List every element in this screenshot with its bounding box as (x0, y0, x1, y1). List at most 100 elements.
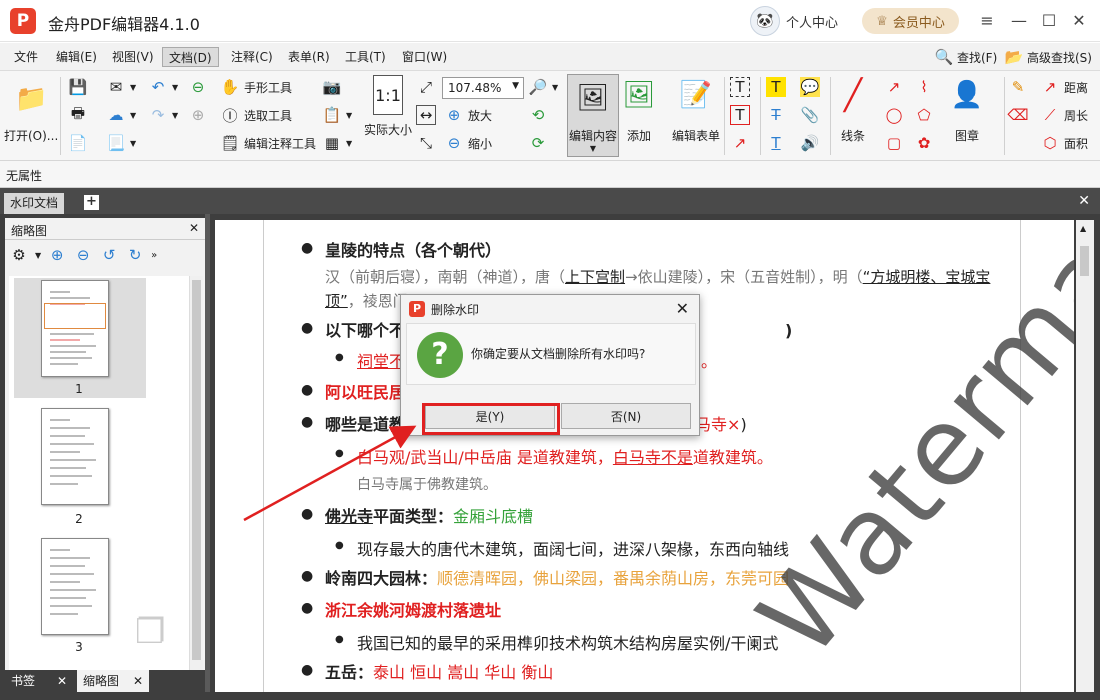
area-button[interactable]: ⬡ 面积 (1040, 133, 1088, 153)
menu-item-3[interactable]: 文档(D) (162, 47, 219, 67)
rotate-right-button[interactable]: ⟳ (528, 133, 548, 153)
zoom-out-button[interactable]: ⊖ 缩小 (444, 133, 492, 153)
text-field-icon: T (730, 77, 750, 97)
edit-annotation-label: 编辑注释工具 (244, 136, 317, 151)
fit-visible-button[interactable]: ⤡ (416, 133, 436, 153)
sound-button[interactable]: 🔊 (800, 133, 820, 153)
close-icon[interactable]: ✕ (57, 674, 67, 688)
menu-item-6[interactable]: 工具(T) (343, 47, 388, 67)
scroll-thumb[interactable] (1080, 246, 1089, 276)
user-center-button[interactable]: 🐼 个人中心 (750, 6, 838, 36)
minimize-icon[interactable]: — (1006, 8, 1032, 34)
rectangle-button[interactable]: ▢ (884, 133, 904, 153)
add-button[interactable]: 🖼 添加 (620, 75, 658, 144)
polygon-button[interactable]: ⬠ (914, 105, 934, 125)
forward-button[interactable]: ⊕ (188, 105, 208, 125)
edit-form-button[interactable]: 📝 编辑表单 (672, 75, 720, 144)
text-box-icon: T (730, 105, 750, 125)
tab-watermark-doc[interactable]: 水印文档 (4, 193, 65, 214)
cloud-shape-button[interactable]: ✿ (914, 133, 934, 153)
snapshot-button[interactable]: 📷 (322, 77, 342, 97)
email-button[interactable]: ✉ ▼ (106, 77, 136, 97)
document-tab-strip: 水印文档 + ✕ (0, 188, 1100, 214)
stamp-button[interactable]: 👤 图章 (948, 75, 986, 144)
callout-button[interactable]: ↗ (730, 133, 750, 153)
zoom-in-button[interactable]: ⊕ 放大 (444, 105, 492, 125)
tab-bookmarks[interactable]: 书签 ✕ (5, 670, 73, 692)
zoom-tool-button[interactable]: 🔎 ▼ (528, 77, 559, 97)
tab-thumbnails[interactable]: 缩略图 ✕ (77, 670, 150, 692)
menu-item-2[interactable]: 视图(V) (110, 47, 156, 67)
folder-icon: 📁 (14, 84, 48, 114)
rotate-left-button[interactable]: ⟲ (528, 105, 548, 125)
close-icon[interactable]: ✕ (133, 674, 143, 688)
new-doc-button[interactable]: 📃 ▼ (106, 133, 137, 153)
polyline-button[interactable]: ⌇ (914, 77, 934, 97)
close-tab-icon[interactable]: ✕ (1078, 193, 1090, 209)
edit-annotation-button[interactable]: 🗒 编辑注释工具 (220, 133, 316, 153)
strikeout-button[interactable]: T (766, 105, 786, 125)
vip-center-button[interactable]: ♕ 会员中心 (862, 8, 959, 34)
find-button[interactable]: 🔍 查找(F) (934, 47, 998, 67)
arrow-button[interactable]: ↗ (884, 77, 904, 97)
text-box-button[interactable]: T (730, 105, 750, 125)
rotate-ccw-icon[interactable]: ↺ (99, 245, 119, 265)
scroll-up-icon[interactable]: ▲ (1080, 224, 1086, 233)
line-button[interactable]: ╱ 线条 (834, 75, 872, 144)
thumb-zoom-out-icon[interactable]: ⊖ (73, 245, 93, 265)
back-button[interactable]: ⊖ (188, 77, 208, 97)
hand-tool-button[interactable]: ✋ 手形工具 (220, 77, 292, 97)
menu-item-1[interactable]: 编辑(E) (54, 47, 99, 67)
paste-button[interactable]: 📋 ▼ (322, 105, 353, 125)
menu-item-7[interactable]: 窗口(W) (400, 47, 449, 67)
fit-page-button[interactable]: ⤢ (416, 77, 436, 97)
underline-button[interactable]: T (766, 133, 786, 153)
ellipse-button[interactable]: ◯ (884, 105, 904, 125)
copy-pages-icon: ❐ (135, 612, 166, 652)
cloud-button[interactable]: ☁ ▼ (106, 105, 137, 125)
perimeter-button[interactable]: ⟋ 周长 (1040, 105, 1088, 125)
thumbnail-page-3[interactable] (41, 538, 109, 635)
thumb-zoom-in-icon[interactable]: ⊕ (47, 245, 67, 265)
note-button[interactable]: 💬 (800, 77, 820, 97)
actual-size-button[interactable]: 1:1 实际大小 (364, 75, 412, 138)
thumbnail-scrollbar[interactable] (189, 276, 203, 670)
eraser-button[interactable]: ⌫ (1007, 105, 1028, 125)
dialog-close-icon[interactable]: ✕ (676, 299, 689, 318)
expand-icon[interactable]: » (151, 250, 157, 261)
title-bar: P 金舟PDF编辑器4.1.0 🐼 个人中心 ♕ 会员中心 ≡ — ☐ ✕ (0, 0, 1100, 42)
save-button[interactable]: 💾 (68, 77, 88, 97)
maximize-icon[interactable]: ☐ (1036, 8, 1062, 34)
thumbnail-panel-title: 缩略图 (11, 224, 48, 238)
redo-button[interactable]: ↷ ▼ (148, 105, 178, 125)
settings-gear-icon[interactable]: ⚙ (9, 245, 29, 265)
pencil-button[interactable]: ✎ (1008, 77, 1028, 97)
distance-button[interactable]: ↗ 距离 (1040, 77, 1088, 97)
highlight-text-button[interactable]: T (766, 77, 786, 97)
thumbnail-page-2[interactable] (41, 408, 109, 505)
close-panel-icon[interactable]: ✕ (189, 221, 199, 235)
advanced-find-button[interactable]: 📂 高级查找(S) (1004, 47, 1092, 67)
print-button[interactable]: 🖶 (68, 103, 88, 125)
edit-content-button[interactable]: 🖼 编辑内容 ▼ (567, 74, 619, 157)
export-button[interactable]: 📄 (68, 133, 88, 153)
rotate-cw-icon[interactable]: ↻ (125, 245, 145, 265)
zoom-select[interactable]: 107.48% ▼ (442, 77, 524, 99)
text-field-button[interactable]: T (730, 77, 750, 97)
menu-item-5[interactable]: 表单(R) (286, 47, 332, 67)
print-icon: 🖶 (70, 103, 86, 122)
fit-width-button[interactable]: ↔ (416, 105, 436, 125)
menu-item-4[interactable]: 注释(C) (229, 47, 275, 67)
open-button[interactable]: 📁 打开(O)... (4, 79, 58, 144)
close-window-icon[interactable]: ✕ (1066, 8, 1092, 34)
thumbnail-page-1[interactable] (41, 280, 109, 377)
document-scrollbar[interactable]: ▲ (1076, 220, 1094, 692)
undo-button[interactable]: ↶ ▼ (148, 77, 178, 97)
add-tab-icon[interactable]: + (84, 195, 99, 210)
select-tool-button[interactable]: Ⓘ 选取工具 (220, 105, 292, 125)
menu-icon[interactable]: ≡ (974, 8, 1000, 34)
no-button[interactable]: 否(N) (561, 403, 691, 429)
menu-item-0[interactable]: 文件 (12, 47, 40, 67)
scan-button[interactable]: ▦ ▼ (322, 133, 352, 153)
attach-button[interactable]: 📎 (800, 105, 820, 125)
